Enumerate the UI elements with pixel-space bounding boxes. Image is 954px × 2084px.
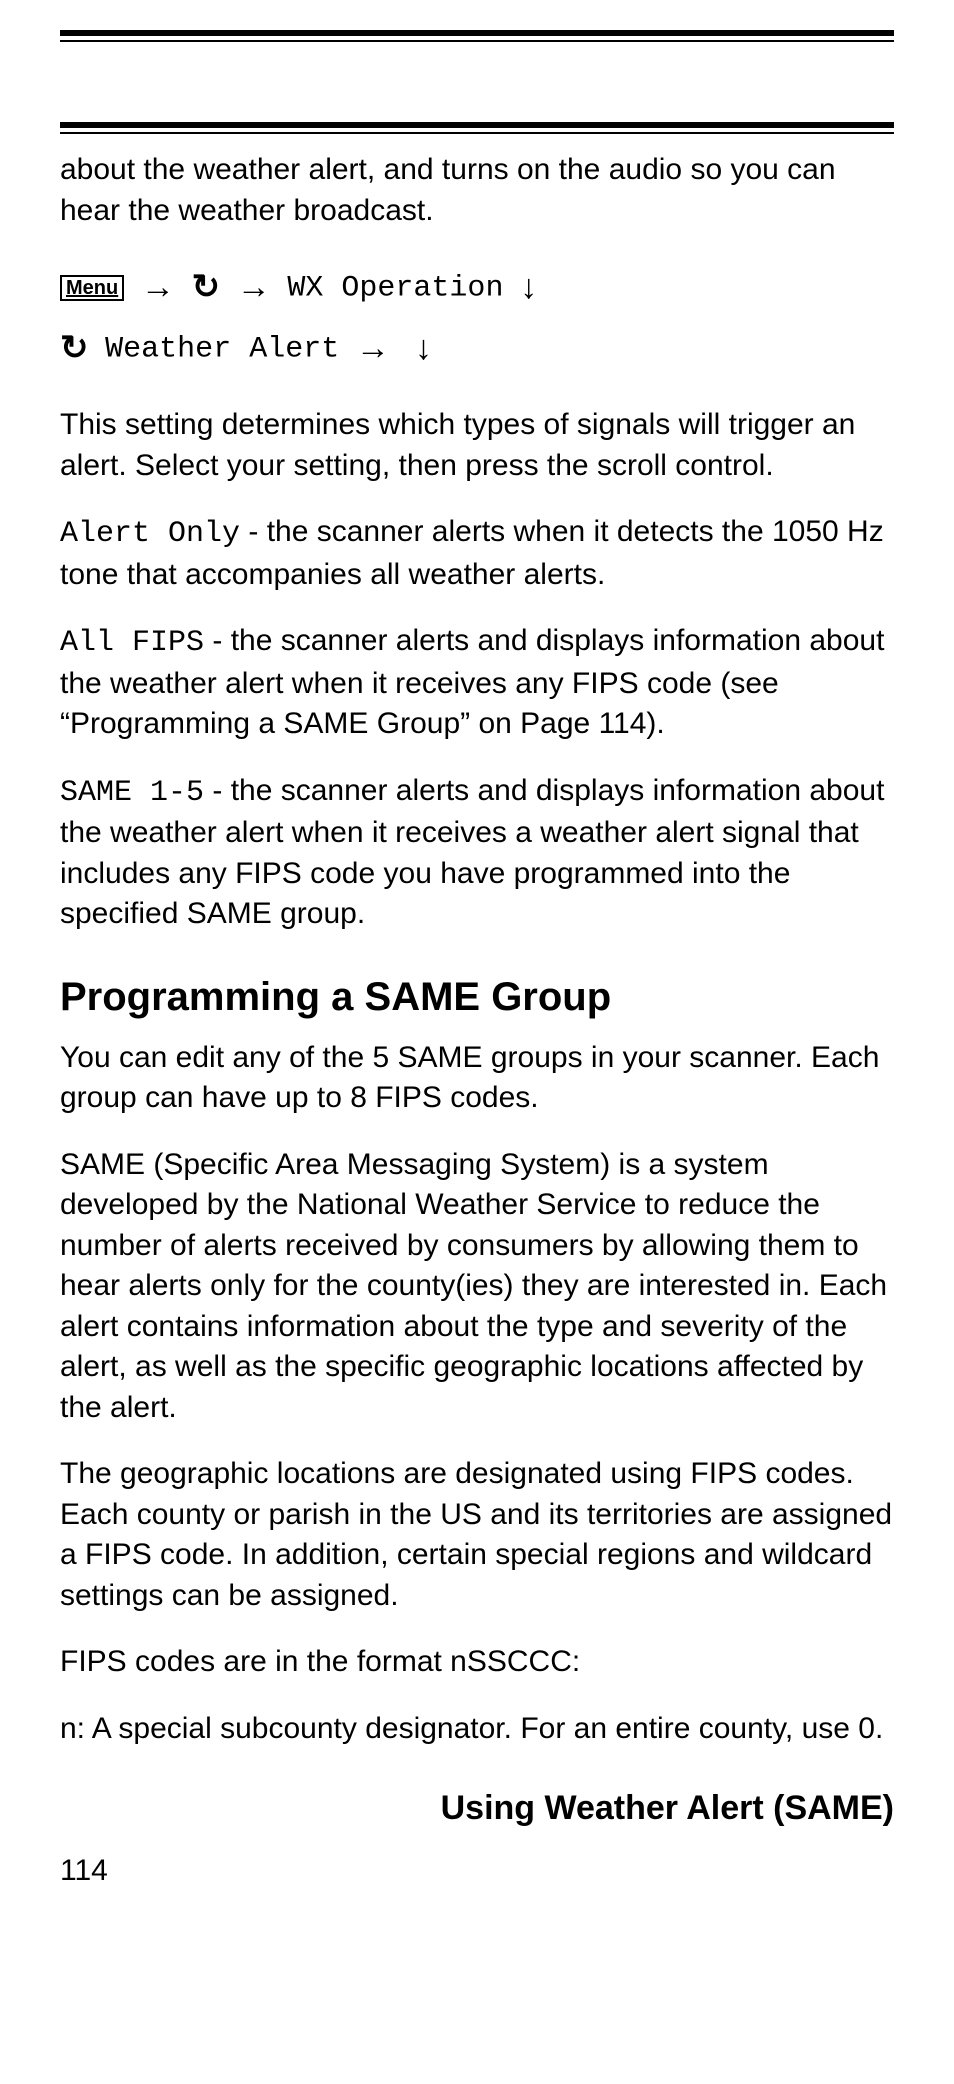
option-same-1-5: SAME 1-5 - the scanner alerts and displa… (60, 771, 894, 935)
option-label: All FIPS (60, 626, 204, 660)
rule-thin (60, 40, 894, 42)
option-label: SAME 1-5 (60, 776, 204, 810)
intro-continuation: about the weather alert, and turns on th… (60, 150, 894, 231)
arrow-right-icon: → (356, 318, 390, 379)
paragraph-fips: The geographic locations are designated … (60, 1454, 894, 1616)
paragraph-same-definition: SAME (Specific Area Messaging System) is… (60, 1145, 894, 1429)
top-rule-group (60, 30, 894, 42)
scroll-rotate-icon: ↻ (192, 257, 221, 318)
second-rule-group (60, 122, 894, 134)
section-heading: Programming a SAME Group (60, 975, 894, 1020)
arrow-down-icon: ↓ (520, 257, 537, 318)
rule-thin (60, 132, 894, 134)
page-number: 114 (60, 1854, 894, 1888)
setting-intro: This setting determines which types of s… (60, 405, 894, 486)
nav-item-weather-alert: Weather Alert (105, 333, 339, 367)
page: about the weather alert, and turns on th… (0, 0, 954, 2084)
paragraph-n-designator: n: A special subcounty designator. For a… (60, 1709, 894, 1750)
option-all-fips: All FIPS - the scanner alerts and displa… (60, 621, 894, 745)
paragraph-groups: You can edit any of the 5 SAME groups in… (60, 1038, 894, 1119)
rule-heavy (60, 122, 894, 128)
nav-item-wx-operation: WX Operation (287, 272, 503, 306)
paragraph-format: FIPS codes are in the format nSSCCC: (60, 1642, 894, 1683)
menu-key-icon: Menu (60, 275, 124, 301)
option-label: Alert Only (60, 517, 240, 551)
arrow-right-icon: → (141, 257, 175, 318)
footer-section-title: Using Weather Alert (SAME) (60, 1789, 894, 1828)
arrow-right-icon: → (237, 257, 271, 318)
option-alert-only: Alert Only - the scanner alerts when it … (60, 512, 894, 595)
arrow-down-icon: ↓ (415, 318, 432, 379)
menu-navigation: Menu → ↻ → WX Operation ↓ ↻ Weather Aler… (60, 257, 894, 379)
scroll-rotate-icon: ↻ (60, 318, 89, 379)
rule-heavy (60, 30, 894, 36)
